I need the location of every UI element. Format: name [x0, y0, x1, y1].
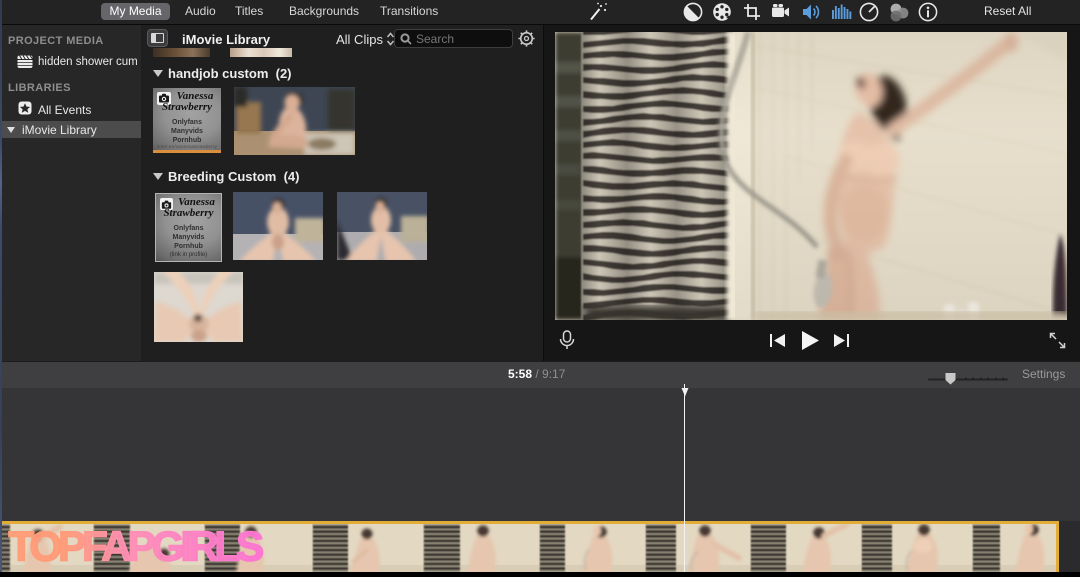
- svg-text:TOPFAPGIRLS: TOPFAPGIRLS: [9, 523, 264, 570]
